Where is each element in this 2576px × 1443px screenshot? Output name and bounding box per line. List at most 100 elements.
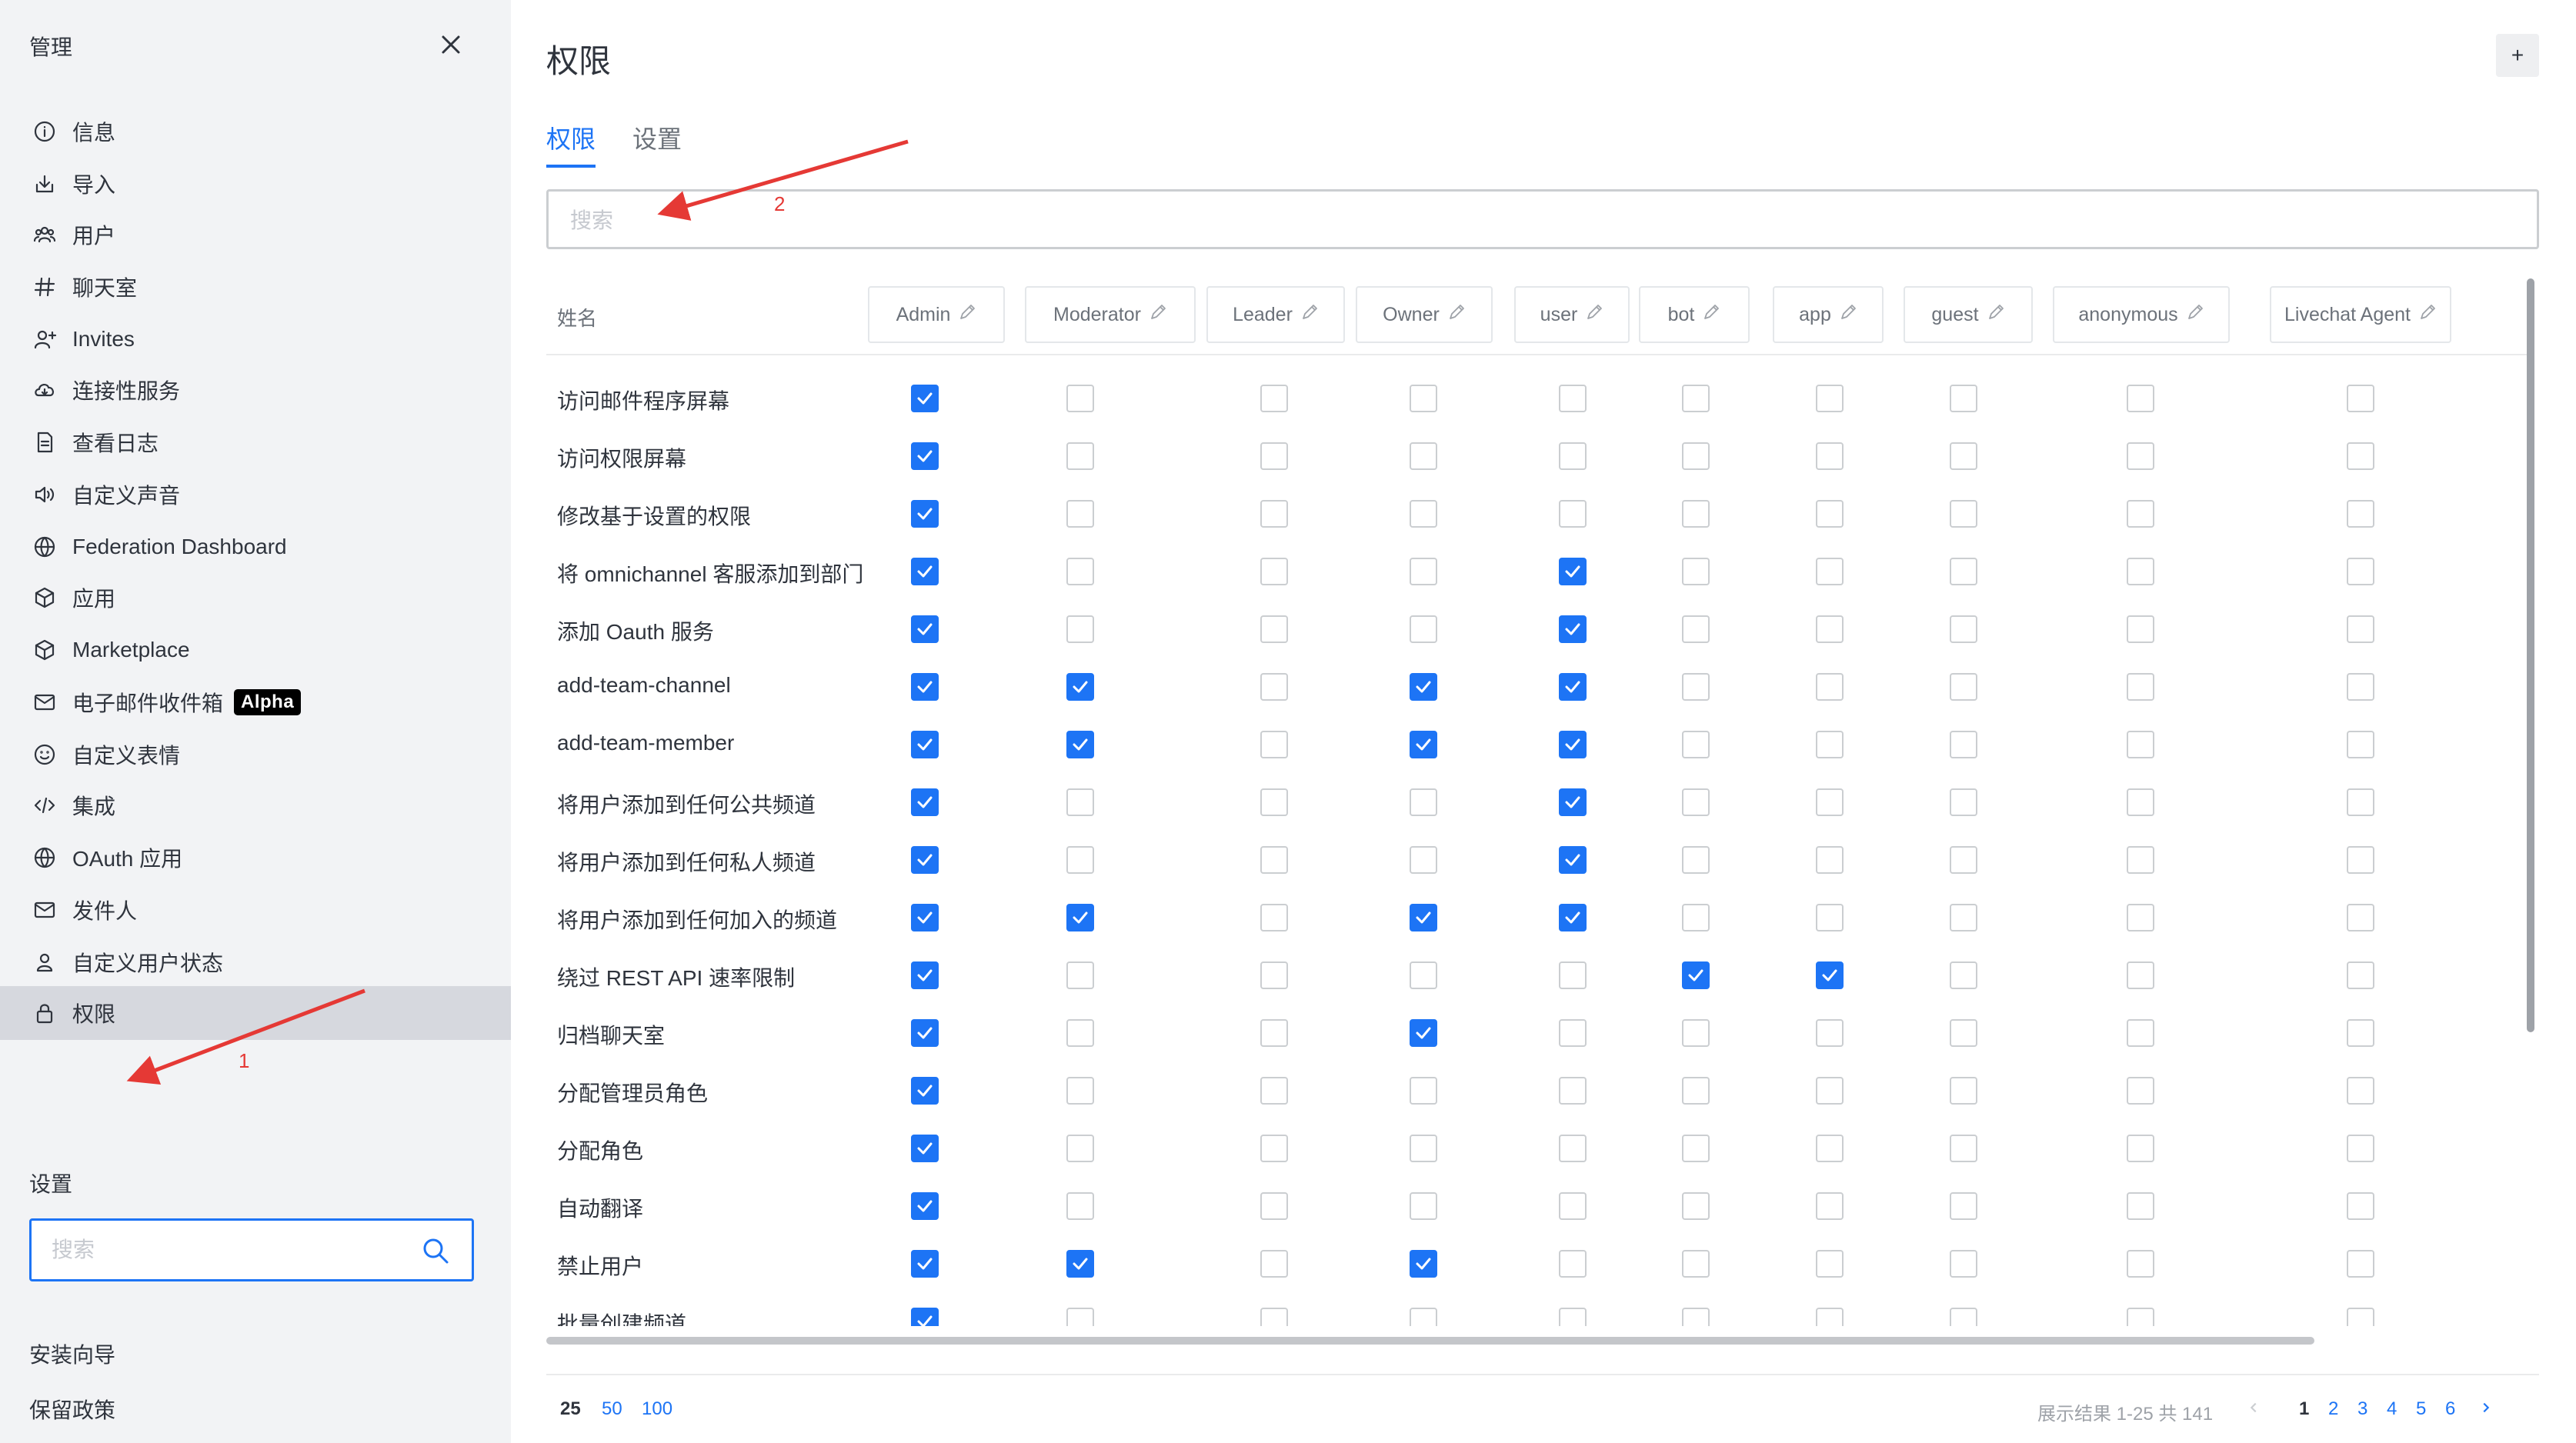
permission-checkbox-guest[interactable] xyxy=(1950,904,1977,931)
permission-checkbox-bot[interactable] xyxy=(1682,1308,1710,1326)
pencil-icon[interactable] xyxy=(950,303,976,327)
permission-checkbox-admin[interactable] xyxy=(911,615,939,643)
add-button[interactable]: + xyxy=(2496,34,2539,77)
permission-checkbox-app[interactable] xyxy=(1816,731,1844,758)
page-link-2[interactable]: 2 xyxy=(2328,1398,2338,1420)
permission-checkbox-admin[interactable] xyxy=(911,500,939,528)
permission-checkbox-livechat-agent[interactable] xyxy=(2347,1192,2374,1220)
permission-checkbox-anonymous[interactable] xyxy=(2127,731,2154,758)
permission-checkbox-moderator[interactable] xyxy=(1066,788,1094,816)
close-icon[interactable] xyxy=(435,29,466,60)
sidebar-item-12[interactable]: 自定义表情 xyxy=(0,728,511,781)
permission-checkbox-user[interactable] xyxy=(1559,1308,1587,1326)
permission-checkbox-anonymous[interactable] xyxy=(2127,500,2154,528)
sidebar-item-15[interactable]: 发件人 xyxy=(0,883,511,937)
permission-checkbox-owner[interactable] xyxy=(1410,904,1437,931)
permission-checkbox-anonymous[interactable] xyxy=(2127,442,2154,470)
permission-checkbox-app[interactable] xyxy=(1816,904,1844,931)
permission-checkbox-anonymous[interactable] xyxy=(2127,1308,2154,1326)
permission-checkbox-user[interactable] xyxy=(1559,731,1587,758)
permission-checkbox-guest[interactable] xyxy=(1950,385,1977,412)
permission-checkbox-moderator[interactable] xyxy=(1066,442,1094,470)
permission-checkbox-anonymous[interactable] xyxy=(2127,1019,2154,1047)
permission-checkbox-leader[interactable] xyxy=(1260,673,1288,701)
permission-checkbox-leader[interactable] xyxy=(1260,1308,1288,1326)
permission-checkbox-livechat-agent[interactable] xyxy=(2347,788,2374,816)
sidebar-item-17[interactable]: 权限 xyxy=(0,986,511,1040)
permission-checkbox-moderator[interactable] xyxy=(1066,1192,1094,1220)
sidebar-item-6[interactable]: 查看日志 xyxy=(0,415,511,469)
sidebar-item-7[interactable]: 自定义声音 xyxy=(0,468,511,522)
permission-checkbox-guest[interactable] xyxy=(1950,961,1977,989)
permission-checkbox-guest[interactable] xyxy=(1950,1192,1977,1220)
permission-checkbox-app[interactable] xyxy=(1816,558,1844,585)
search-icon[interactable] xyxy=(421,1236,450,1265)
permission-checkbox-owner[interactable] xyxy=(1410,1019,1437,1047)
permission-checkbox-bot[interactable] xyxy=(1682,558,1710,585)
role-header-leader[interactable]: Leader xyxy=(1206,286,1345,343)
permission-checkbox-owner[interactable] xyxy=(1410,1192,1437,1220)
permission-checkbox-guest[interactable] xyxy=(1950,673,1977,701)
permission-checkbox-owner[interactable] xyxy=(1410,442,1437,470)
pencil-icon[interactable] xyxy=(1979,303,2005,327)
permission-checkbox-livechat-agent[interactable] xyxy=(2347,673,2374,701)
permission-checkbox-bot[interactable] xyxy=(1682,1192,1710,1220)
permission-checkbox-admin[interactable] xyxy=(911,731,939,758)
sidebar-item-14[interactable]: OAuth 应用 xyxy=(0,831,511,885)
permission-checkbox-owner[interactable] xyxy=(1410,1135,1437,1162)
permission-checkbox-livechat-agent[interactable] xyxy=(2347,1077,2374,1105)
permission-checkbox-bot[interactable] xyxy=(1682,961,1710,989)
permission-checkbox-user[interactable] xyxy=(1559,1135,1587,1162)
permission-checkbox-user[interactable] xyxy=(1559,673,1587,701)
pencil-icon[interactable] xyxy=(1831,303,1857,327)
permission-checkbox-guest[interactable] xyxy=(1950,1019,1977,1047)
permission-checkbox-livechat-agent[interactable] xyxy=(2347,1019,2374,1047)
tab-settings[interactable]: 设置 xyxy=(632,120,682,155)
page-link-5[interactable]: 5 xyxy=(2416,1398,2426,1420)
permission-checkbox-guest[interactable] xyxy=(1950,615,1977,643)
permission-search-input[interactable] xyxy=(570,205,2494,236)
pencil-icon[interactable] xyxy=(1141,303,1167,327)
pencil-icon[interactable] xyxy=(2411,303,2437,327)
permission-checkbox-livechat-agent[interactable] xyxy=(2347,846,2374,874)
page-link-4[interactable]: 4 xyxy=(2387,1398,2397,1420)
permission-checkbox-guest[interactable] xyxy=(1950,788,1977,816)
permission-checkbox-owner[interactable] xyxy=(1410,500,1437,528)
permission-checkbox-user[interactable] xyxy=(1559,961,1587,989)
permission-checkbox-livechat-agent[interactable] xyxy=(2347,1135,2374,1162)
role-header-admin[interactable]: Admin xyxy=(868,286,1005,343)
items-per-page-50[interactable]: 50 xyxy=(602,1398,622,1420)
page-link-1[interactable]: 1 xyxy=(2299,1398,2309,1420)
permission-checkbox-livechat-agent[interactable] xyxy=(2347,500,2374,528)
permission-checkbox-bot[interactable] xyxy=(1682,500,1710,528)
pencil-icon[interactable] xyxy=(1440,303,1466,327)
settings-search-field[interactable] xyxy=(29,1218,474,1281)
permission-checkbox-guest[interactable] xyxy=(1950,558,1977,585)
permission-checkbox-anonymous[interactable] xyxy=(2127,846,2154,874)
permission-checkbox-guest[interactable] xyxy=(1950,1077,1977,1105)
permission-checkbox-bot[interactable] xyxy=(1682,615,1710,643)
chevron-right-icon[interactable] xyxy=(2474,1394,2498,1421)
permission-checkbox-livechat-agent[interactable] xyxy=(2347,961,2374,989)
settings-link-retention-policy[interactable]: 保留政策 xyxy=(29,1394,115,1425)
page-link-6[interactable]: 6 xyxy=(2445,1398,2455,1420)
permission-checkbox-moderator[interactable] xyxy=(1066,558,1094,585)
permission-checkbox-user[interactable] xyxy=(1559,385,1587,412)
sidebar-item-9[interactable]: 应用 xyxy=(0,571,511,625)
permission-checkbox-leader[interactable] xyxy=(1260,442,1288,470)
permission-checkbox-app[interactable] xyxy=(1816,846,1844,874)
permission-checkbox-guest[interactable] xyxy=(1950,1308,1977,1326)
permission-checkbox-app[interactable] xyxy=(1816,961,1844,989)
permission-checkbox-leader[interactable] xyxy=(1260,731,1288,758)
sidebar-item-3[interactable]: 聊天室 xyxy=(0,260,511,314)
permission-checkbox-app[interactable] xyxy=(1816,788,1844,816)
items-per-page-25[interactable]: 25 xyxy=(560,1398,581,1420)
permission-checkbox-app[interactable] xyxy=(1816,500,1844,528)
sidebar-item-16[interactable]: 自定义用户状态 xyxy=(0,935,511,989)
permission-checkbox-admin[interactable] xyxy=(911,1308,939,1326)
permission-checkbox-livechat-agent[interactable] xyxy=(2347,385,2374,412)
permission-checkbox-bot[interactable] xyxy=(1682,1250,1710,1278)
permission-checkbox-anonymous[interactable] xyxy=(2127,904,2154,931)
sidebar-item-2[interactable]: 用户 xyxy=(0,208,511,262)
permission-checkbox-admin[interactable] xyxy=(911,673,939,701)
